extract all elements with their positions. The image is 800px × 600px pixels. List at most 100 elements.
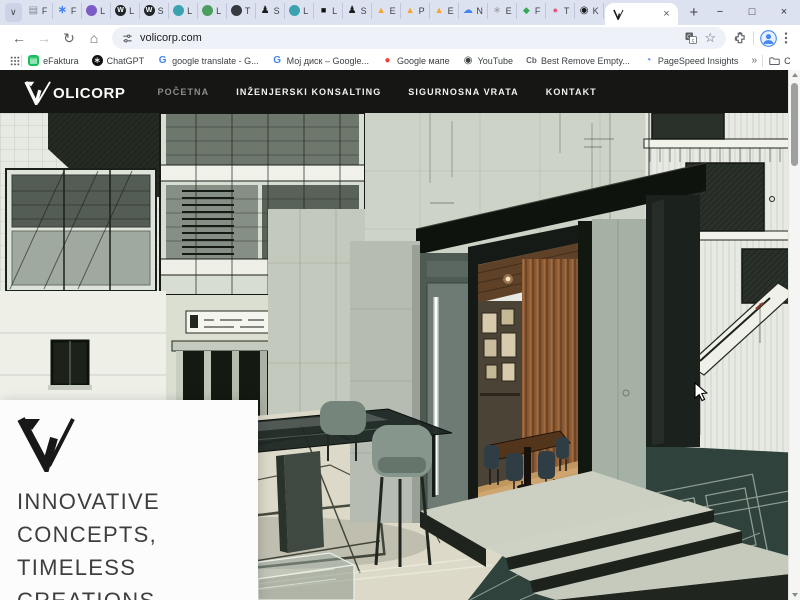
- tab-title: S: [361, 6, 367, 16]
- minimize-button[interactable]: −: [704, 0, 736, 24]
- bookmark-item[interactable]: G Мој диск – Google...: [272, 55, 369, 66]
- forward-icon[interactable]: →: [33, 27, 55, 49]
- tab-favicon-icon: ▲: [434, 5, 445, 16]
- site-header: OLICORP POČETNA INŽENJERSKI KONSALTING S…: [0, 70, 800, 113]
- tab-favicon-icon: ♟: [347, 5, 358, 16]
- bookmark-label: google translate - G...: [172, 56, 259, 66]
- tab-favicon-icon: ♟: [260, 5, 271, 16]
- browser-tab[interactable]: L: [169, 3, 198, 19]
- tab-scroll-button[interactable]: ∨: [5, 3, 22, 22]
- tab-favicon-icon: ☁: [462, 5, 473, 16]
- browser-tab[interactable]: W L: [111, 3, 140, 19]
- tab-title: L: [332, 6, 337, 16]
- volicorp-logo-icon: [24, 79, 52, 105]
- tab-favicon-icon: [202, 5, 213, 16]
- hero-text-panel: INNOVATIVE CONCEPTS, TIMELESS CREATIONS: [0, 400, 258, 600]
- tab-title: P: [419, 6, 425, 16]
- toolbar-separator: [753, 31, 754, 45]
- browser-tab[interactable]: ♟ S: [256, 3, 285, 19]
- tab-favicon-icon: [173, 5, 184, 16]
- apps-grid-icon[interactable]: [10, 55, 20, 66]
- browser-tab[interactable]: T: [227, 3, 256, 19]
- browser-tab[interactable]: L: [285, 3, 314, 19]
- bookmark-favicon-icon: ∗: [92, 55, 103, 66]
- bookmark-favicon-icon: G: [157, 55, 168, 66]
- bookmark-item[interactable]: ◉ YouTube: [463, 55, 513, 66]
- tab-favicon-icon: ■: [318, 5, 329, 16]
- browser-tab[interactable]: W S: [140, 3, 169, 19]
- browser-tab[interactable]: ● T: [546, 3, 575, 19]
- tab-title: T: [564, 6, 570, 16]
- scrollbar-thumb[interactable]: [791, 83, 798, 166]
- browser-tab[interactable]: ♟ S: [343, 3, 372, 19]
- nav-sigurnosna-vrata[interactable]: SIGURNOSNA VRATA: [408, 87, 518, 97]
- scrollbar-down-icon[interactable]: [789, 590, 800, 600]
- heading-line: INNOVATIVE: [17, 485, 258, 518]
- heading-line: CONCEPTS,: [17, 518, 258, 551]
- scrollbar-up-icon[interactable]: [789, 70, 800, 80]
- logo-text: OLICORP: [53, 85, 126, 105]
- site-settings-icon[interactable]: [122, 33, 133, 44]
- bookmark-item[interactable]: ● Google мапе: [382, 55, 450, 66]
- bookmark-label: YouTube: [478, 56, 513, 66]
- all-bookmarks-label[interactable]: Сви обележивачи: [784, 56, 790, 66]
- browser-tab[interactable]: ☁ N: [459, 3, 488, 19]
- translate-icon[interactable]: G ç: [685, 32, 697, 44]
- nav-pocetna[interactable]: POČETNA: [158, 87, 210, 97]
- back-icon[interactable]: ←: [8, 27, 30, 49]
- tab-title: E: [506, 6, 512, 16]
- bookmark-label: ChatGPT: [107, 56, 145, 66]
- tab-title: E: [448, 6, 454, 16]
- profile-avatar[interactable]: [760, 30, 777, 47]
- browser-tab[interactable]: ◆ F: [517, 3, 546, 19]
- browser-tab[interactable]: L: [198, 3, 227, 19]
- browser-tab[interactable]: ▲ E: [430, 3, 459, 19]
- browser-tab[interactable]: ▤ F: [24, 3, 53, 19]
- nav-inzenjerski-konsalting[interactable]: INŽENJERSKI KONSALTING: [236, 87, 381, 97]
- tab-favicon-icon: W: [144, 5, 155, 16]
- maximize-button[interactable]: □: [736, 0, 768, 24]
- bookmark-item[interactable]: Cb Best Remove Empty...: [526, 55, 630, 66]
- all-bookmarks-folder-icon[interactable]: [769, 55, 780, 66]
- nav-kontakt[interactable]: KONTAKT: [546, 87, 597, 97]
- bookmark-item[interactable]: ▤ eFaktura: [28, 55, 79, 66]
- tab-title: T: [245, 6, 251, 16]
- bookmark-item[interactable]: ∗ ChatGPT: [92, 55, 145, 66]
- address-bar[interactable]: volicorp.com G ç ☆: [112, 27, 726, 49]
- bookmarks-overflow-icon[interactable]: »: [751, 55, 757, 66]
- browser-tab[interactable]: ◉ K: [575, 3, 604, 19]
- close-button[interactable]: ×: [768, 0, 800, 24]
- url-text[interactable]: volicorp.com: [140, 32, 678, 44]
- new-tab-button[interactable]: +: [684, 1, 704, 23]
- browser-tab[interactable]: ■ L: [314, 3, 343, 19]
- tab-title: E: [390, 6, 396, 16]
- page-viewport: OLICORP POČETNA INŽENJERSKI KONSALTING S…: [0, 70, 800, 600]
- tab-title: F: [42, 6, 48, 16]
- reload-icon[interactable]: ↻: [58, 27, 80, 49]
- volicorp-favicon-icon: [613, 9, 624, 20]
- browser-tab[interactable]: ▲ P: [401, 3, 430, 19]
- browser-tab[interactable]: ∗ F: [53, 3, 82, 19]
- tab-close-icon[interactable]: ×: [663, 9, 669, 20]
- bookmark-star-icon[interactable]: ☆: [704, 30, 716, 46]
- tab-title: S: [158, 6, 164, 16]
- browser-tab[interactable]: ▲ E: [372, 3, 401, 19]
- tab-favicon-icon: ▤: [28, 5, 39, 16]
- tab-title: L: [187, 6, 192, 16]
- extensions-puzzle-icon[interactable]: [733, 31, 747, 45]
- tab-favicon-icon: ▲: [376, 5, 387, 16]
- browser-tab[interactable]: ∗ E: [488, 3, 517, 19]
- bookmark-item[interactable]: G google translate - G...: [157, 55, 259, 66]
- active-tab-volicorp[interactable]: ×: [605, 3, 678, 25]
- page-scrollbar[interactable]: [788, 70, 800, 600]
- bookmarks-bar: ▤ eFaktura ∗ ChatGPT G google translate …: [0, 51, 800, 71]
- volicorp-logo[interactable]: OLICORP: [24, 79, 126, 105]
- home-icon[interactable]: ⌂: [83, 27, 105, 49]
- menu-kebab-icon[interactable]: [780, 31, 792, 45]
- tab-title: F: [71, 6, 77, 16]
- bookmark-item[interactable]: ◔ PageSpeed Insights: [643, 55, 739, 66]
- heading-line: CREATIONS: [17, 584, 258, 600]
- browser-tab[interactable]: L: [82, 3, 111, 19]
- bookmark-label: eFaktura: [43, 56, 79, 66]
- tab-favicon-icon: W: [115, 5, 126, 16]
